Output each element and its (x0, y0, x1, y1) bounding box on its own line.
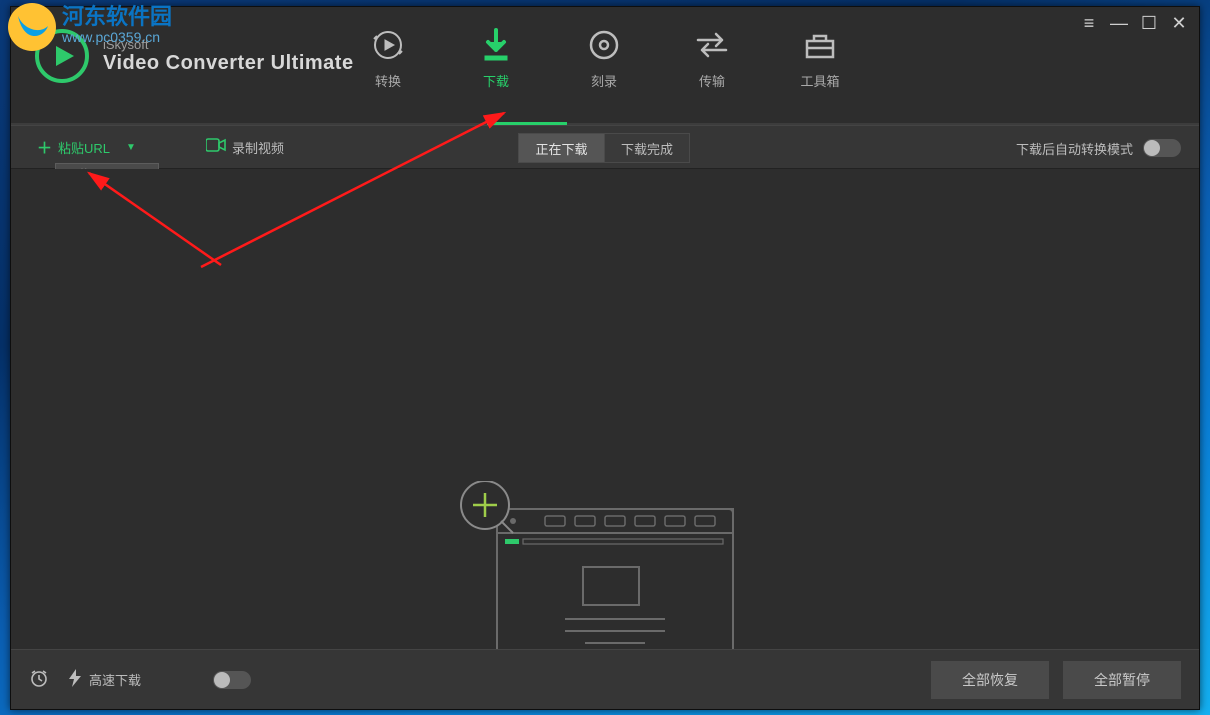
nav-burn[interactable]: 刻录 (575, 25, 633, 90)
resume-all-button[interactable]: 全部恢复 (931, 661, 1049, 699)
content-area (11, 169, 1199, 649)
nav-convert[interactable]: 转换 (359, 25, 417, 90)
record-video-button[interactable]: 录制视频 (206, 138, 284, 157)
auto-convert: 下载后自动转换模式 (1016, 126, 1181, 170)
record-video-label: 录制视频 (232, 138, 284, 157)
camera-icon (206, 138, 226, 156)
nav-toolbox-label: 工具箱 (791, 71, 849, 90)
plus-icon: ＋ (37, 137, 52, 158)
high-speed-label: 高速下载 (89, 670, 141, 689)
app-window: iSkysoft Video Converter Ultimate 转换 下载 (10, 6, 1200, 710)
tab-done[interactable]: 下载完成 (604, 133, 690, 163)
auto-convert-toggle[interactable] (1143, 139, 1181, 157)
bolt-icon (69, 669, 81, 690)
titlebar: iSkysoft Video Converter Ultimate 转换 下载 (11, 7, 1199, 109)
nav-convert-label: 转换 (359, 71, 417, 90)
nav-toolbox[interactable]: 工具箱 (791, 25, 849, 90)
brand: iSkysoft Video Converter Ultimate (11, 7, 354, 83)
close-icon[interactable]: ✕ (1169, 13, 1189, 34)
transfer-icon (683, 25, 741, 65)
chevron-down-icon[interactable]: ▼ (126, 142, 136, 153)
toolbar: ＋ 粘贴URL ▼ 录制视频 正在下载 下载完成 下载后自动转换模式 (11, 125, 1199, 169)
maximize-icon[interactable]: ☐ (1139, 13, 1159, 34)
menu-icon[interactable]: ≡ (1079, 13, 1099, 34)
nav-download[interactable]: 下载 (467, 25, 525, 90)
high-speed: 高速下载 (69, 669, 141, 690)
download-icon (467, 25, 525, 65)
tab-downloading[interactable]: 正在下载 (518, 133, 604, 163)
app-logo-icon (35, 29, 89, 83)
nav-transfer[interactable]: 传输 (683, 25, 741, 90)
high-speed-toggle[interactable] (213, 671, 251, 689)
burn-icon (575, 25, 633, 65)
auto-convert-label: 下载后自动转换模式 (1016, 139, 1133, 158)
status-tabs: 正在下载 下载完成 (518, 133, 690, 163)
toolbox-icon (791, 25, 849, 65)
pause-all-button[interactable]: 全部暂停 (1063, 661, 1181, 699)
nav-burn-label: 刻录 (575, 71, 633, 90)
minimize-icon[interactable]: — (1109, 13, 1129, 34)
brand-small: iSkysoft (103, 37, 354, 52)
bottom-bar: 高速下载 全部恢复 全部暂停 (11, 649, 1199, 709)
paste-url-button[interactable]: ＋ 粘贴URL ▼ (37, 137, 136, 158)
main-nav: 转换 下载 刻录 传输 (359, 25, 849, 90)
clock-icon[interactable] (29, 668, 49, 691)
paste-url-label: 粘贴URL (58, 138, 110, 157)
brand-big: Video Converter Ultimate (103, 52, 354, 75)
window-controls: ≡ — ☐ ✕ (1079, 13, 1189, 34)
convert-icon (359, 25, 417, 65)
nav-transfer-label: 传输 (683, 71, 741, 90)
nav-download-label: 下载 (467, 71, 525, 90)
